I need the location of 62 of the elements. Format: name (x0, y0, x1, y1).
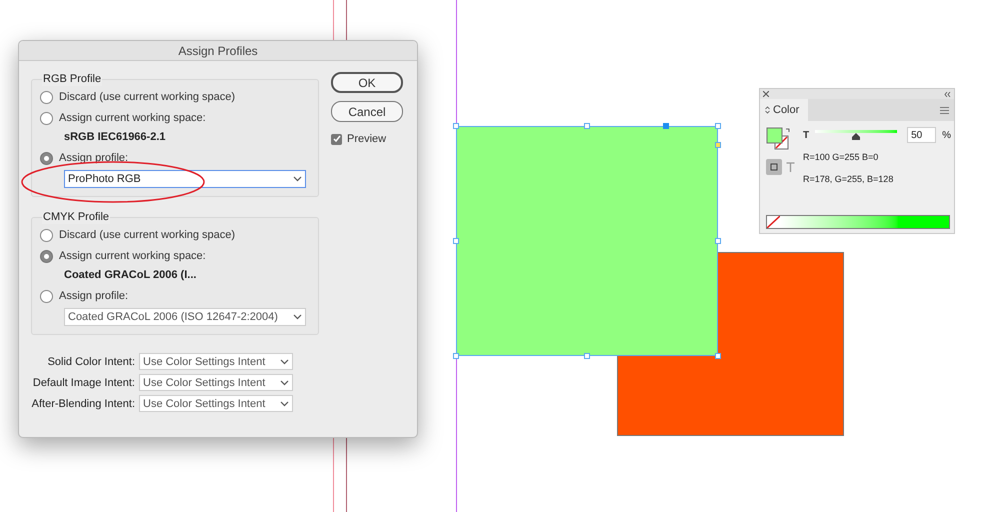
intent-select[interactable]: Use Color Settings Intent (139, 395, 293, 412)
chevron-down-icon (293, 176, 302, 182)
selection-handle[interactable] (715, 123, 721, 129)
profile-name: sRGB IEC61966-2.1 (64, 130, 166, 144)
selection-handle[interactable] (453, 123, 459, 129)
radio-button[interactable] (40, 228, 53, 242)
tint-field[interactable]: 50 (907, 127, 936, 143)
intent-select[interactable]: Use Color Settings Intent (139, 353, 293, 370)
option-label: Discard (use current working space) (59, 90, 236, 104)
radio-button[interactable] (40, 290, 53, 302)
color-readout: R=178, G=255, B=128 (803, 172, 894, 186)
profile-select[interactable]: Coated GRACoL 2006 (ISO 12647-2:2004) (64, 308, 306, 326)
text-icon[interactable] (786, 162, 795, 172)
intent-label: Solid Color Intent: (48, 354, 135, 368)
option-label: Assign current working space: (59, 249, 206, 263)
window-title: Assign Profiles (178, 44, 258, 58)
intent-label: After-Blending Intent: (32, 396, 135, 410)
radio-button[interactable] (40, 152, 53, 164)
option-label: Discard (use current working space) (59, 228, 236, 242)
checkbox-label: Preview (347, 132, 386, 146)
sort-icon (765, 106, 770, 114)
color-readout: R=100 G=255 B=0 (803, 151, 880, 164)
radio-button[interactable] (40, 90, 53, 104)
selection-handle[interactable] (715, 353, 721, 359)
chevron-down-icon (280, 380, 289, 386)
collapse-icon[interactable] (944, 92, 951, 96)
option-label: Assign current working space: (59, 111, 206, 125)
option-label: Assign profile: (59, 289, 128, 303)
dialog-button[interactable]: Cancel (331, 101, 403, 122)
dialog-button[interactable]: OK (331, 72, 403, 93)
radio-button[interactable] (40, 112, 53, 124)
color-ramp[interactable] (766, 215, 950, 229)
none-swatch-icon[interactable] (767, 216, 780, 228)
intent-select[interactable]: Use Color Settings Intent (139, 374, 293, 391)
unit-label: % (942, 128, 952, 142)
select-value: ProPhoto RGB (68, 172, 141, 186)
tint-slider[interactable] (815, 128, 898, 142)
selection-handle[interactable] (715, 238, 721, 244)
option-label: Assign profile: (59, 151, 128, 165)
selection-handle[interactable] (453, 353, 459, 359)
chevron-down-icon (293, 314, 302, 320)
select-value: Use Color Settings Intent (143, 354, 266, 368)
close-icon[interactable] (763, 91, 769, 97)
profile-name: Coated GRACoL 2006 (I... (64, 268, 198, 282)
container-icon[interactable] (766, 159, 782, 175)
checkbox[interactable] (331, 134, 342, 144)
selection-handle[interactable] (584, 123, 590, 129)
menu-icon[interactable] (940, 106, 949, 114)
tint-label: T (803, 128, 810, 142)
select-value: Use Color Settings Intent (143, 396, 266, 410)
selection-handle[interactable] (584, 353, 590, 359)
anchor-handle[interactable] (663, 123, 669, 129)
panel-tab[interactable]: Color (760, 99, 808, 121)
intent-label: Default Image Intent: (32, 376, 135, 390)
select-value: Use Color Settings Intent (143, 376, 266, 390)
select-value: Coated GRACoL 2006 (ISO 12647-2:2004) (68, 310, 278, 324)
radio-button[interactable] (40, 250, 53, 262)
corner-handle[interactable] (715, 142, 721, 148)
selection-handle[interactable] (453, 238, 459, 244)
chevron-down-icon (280, 400, 289, 406)
profile-select[interactable]: ProPhoto RGB (64, 170, 306, 188)
chevron-down-icon (280, 358, 289, 364)
